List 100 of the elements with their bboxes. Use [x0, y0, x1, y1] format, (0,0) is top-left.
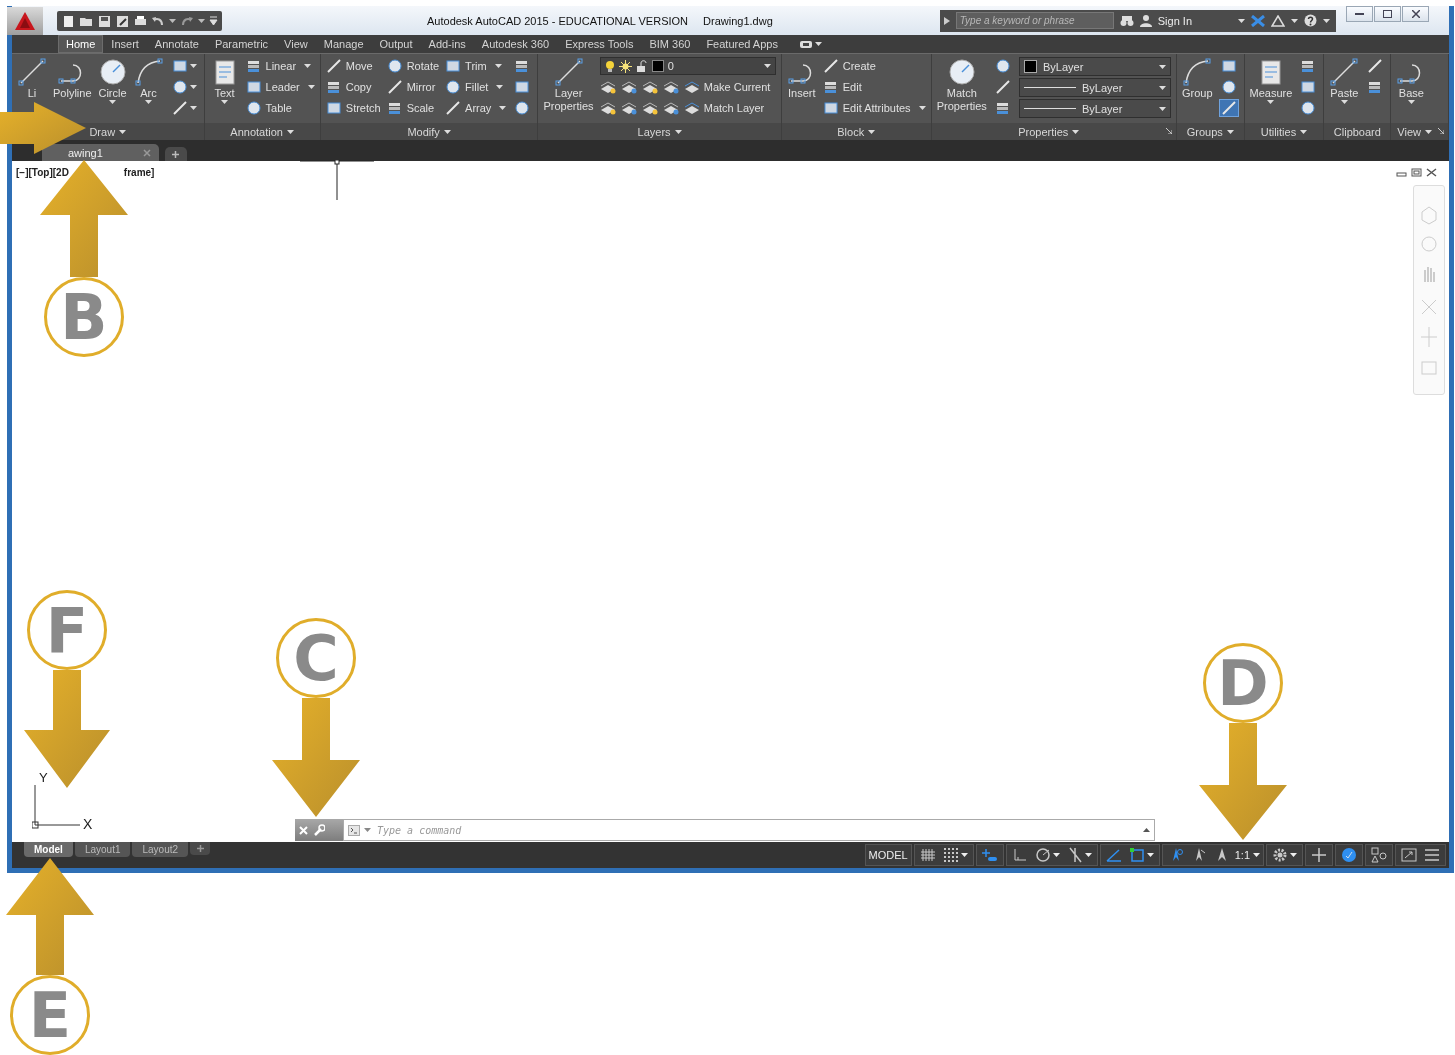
tool-button[interactable]: Edit [822, 78, 926, 96]
launcher-arrow-icon[interactable] [1438, 128, 1444, 134]
printer-icon[interactable] [133, 13, 147, 28]
ribbon-tab[interactable]: Home [58, 35, 104, 53]
tool-button[interactable]: Stretch [325, 99, 381, 117]
layout-tab[interactable]: Layout1 [74, 842, 131, 857]
prompt-icon[interactable] [348, 824, 360, 836]
tool-button[interactable]: Measure [1249, 57, 1293, 104]
layer-tool-icon[interactable] [662, 101, 679, 115]
command-line-field[interactable]: Type a command [343, 819, 1155, 841]
new-layout-button[interactable] [190, 842, 211, 855]
ribbon-tab[interactable]: Add-ins [420, 35, 474, 53]
ribbon-tab[interactable]: Featured Apps [698, 35, 786, 53]
panel-title[interactable]: Draw [87, 124, 129, 139]
tool-button[interactable]: Match Properties [936, 57, 987, 113]
ribbon-tab[interactable]: Insert [103, 35, 147, 53]
tool-button[interactable]: Linear [245, 57, 315, 75]
tool-button[interactable]: Circle [97, 57, 128, 104]
sign-in-link[interactable]: Sign In [1157, 14, 1192, 27]
panel-title[interactable]: Layers [635, 124, 684, 139]
viewport-label[interactable]: [−][Top][2D [16, 167, 69, 178]
tool-button[interactable] [1218, 99, 1239, 117]
caret-icon [145, 100, 153, 104]
tool-button[interactable]: Match Layer [683, 99, 765, 117]
tool-button[interactable]: Rotate [386, 57, 440, 75]
layer-tool-icon[interactable] [662, 80, 679, 94]
tool-button[interactable]: Paste [1329, 57, 1360, 104]
ribbon-tab[interactable]: Express Tools [557, 35, 642, 53]
annotation-scale-button[interactable]: 1:1 [1234, 849, 1260, 861]
layers-icon [683, 101, 700, 115]
square-icon [1300, 79, 1317, 95]
tool-button[interactable]: Create [822, 57, 926, 75]
close-button[interactable] [1402, 6, 1429, 22]
layer-tool-icon[interactable] [599, 80, 616, 94]
panel-toggle-icon[interactable] [799, 40, 812, 48]
wrench-icon[interactable] [313, 824, 325, 836]
file-tab[interactable]: awing1 [42, 144, 159, 161]
color-swatch-icon [651, 60, 664, 72]
tool-button[interactable]: Make Current [683, 78, 771, 96]
panel-title[interactable]: Modify [405, 124, 453, 139]
tool-button[interactable]: Text [209, 57, 240, 104]
model-space-button[interactable]: MODEL [864, 844, 912, 866]
property-dropdown[interactable]: ByLayer [1018, 78, 1171, 97]
tool-button[interactable]: Array [445, 99, 507, 117]
restore-button[interactable] [1374, 6, 1401, 22]
tool-button[interactable]: Li [17, 57, 47, 100]
new-file-icon[interactable] [61, 13, 75, 28]
restore-icon[interactable] [1411, 168, 1422, 177]
ribbon-tab[interactable]: Output [371, 35, 421, 53]
x-logo-icon[interactable] [1251, 14, 1265, 27]
viewport-label[interactable]: frame] [123, 167, 155, 178]
tool-button[interactable]: Layer Properties [543, 57, 594, 113]
binoculars-icon[interactable] [1119, 14, 1134, 27]
layer-tool-icon[interactable] [599, 101, 616, 115]
ribbon-tab[interactable]: Autodesk 360 [473, 35, 558, 53]
customize-caret-icon[interactable] [209, 15, 218, 26]
expand-arrow-icon[interactable] [943, 16, 950, 25]
tool-button[interactable]: Move [325, 57, 381, 75]
layout-tab[interactable]: Layout2 [132, 842, 189, 857]
close-icon[interactable] [1426, 168, 1437, 177]
layer-tool-icon[interactable] [620, 101, 637, 115]
tool-button[interactable]: Polyline [53, 57, 92, 100]
layer-tool-icon[interactable] [641, 80, 658, 94]
layer-tool-icon[interactable] [620, 80, 637, 94]
line-icon [325, 58, 342, 74]
property-dropdown[interactable]: ByLayer [1018, 57, 1171, 76]
tool-button[interactable]: Mirror [386, 78, 440, 96]
tool-button[interactable]: Edit Attributes [822, 99, 926, 117]
tool-button[interactable]: Table [245, 99, 315, 117]
ribbon-tab[interactable]: Annotate [146, 35, 207, 53]
help-icon[interactable] [1304, 14, 1317, 27]
search-field[interactable]: Type a keyword or phrase [955, 12, 1114, 29]
caret-up-icon[interactable] [1143, 828, 1150, 832]
arc-icon [133, 57, 164, 87]
pencil-icon[interactable] [115, 13, 129, 28]
layer-tool-icon[interactable] [641, 101, 658, 115]
ribbon-tab[interactable]: Manage [315, 35, 372, 53]
tool-button[interactable]: Leader [245, 78, 315, 96]
ribbon-tab[interactable]: Parametric [206, 35, 277, 53]
tool-button[interactable]: Arc [133, 57, 164, 104]
tool-button[interactable]: Group [1181, 57, 1213, 100]
app-menu-button[interactable] [7, 6, 43, 35]
tool-button[interactable]: Base [1396, 57, 1427, 104]
layer-dropdown[interactable]: 0 [599, 57, 776, 75]
tool-button[interactable]: Fillet [445, 78, 507, 96]
ribbon-tab[interactable]: BIM 360 [641, 35, 699, 53]
property-dropdown[interactable]: ByLayer [1018, 99, 1171, 118]
tool-button[interactable]: Insert [786, 57, 817, 100]
new-tab-button[interactable] [164, 147, 187, 161]
user-icon[interactable] [1139, 14, 1152, 27]
minimize-button[interactable] [1346, 6, 1373, 22]
tool-button[interactable]: Trim [445, 57, 507, 75]
save-icon[interactable] [97, 13, 111, 28]
layout-tab[interactable]: Model [24, 842, 73, 857]
ribbon-tab[interactable]: View [276, 35, 316, 53]
circle-icon [97, 57, 128, 87]
tool-button[interactable]: Copy [325, 78, 381, 96]
command-input-field[interactable]: Type a command [375, 823, 1139, 837]
tool-button[interactable]: Scale [386, 99, 440, 117]
launcher-arrow-icon[interactable] [1165, 128, 1172, 134]
